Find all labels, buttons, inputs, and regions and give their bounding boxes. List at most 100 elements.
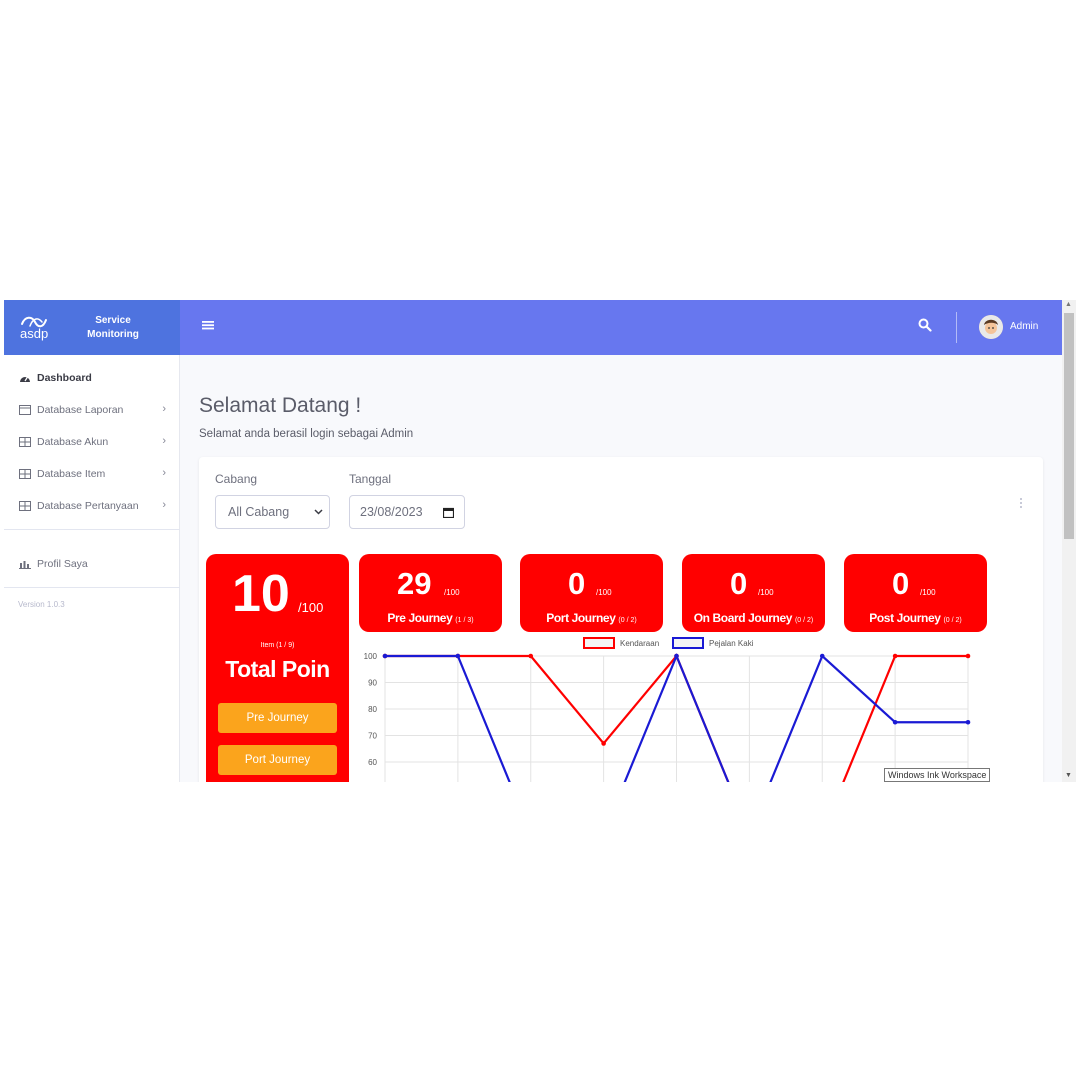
- sidebar-item-database-laporan[interactable]: Database Laporan ›: [4, 396, 180, 424]
- page-scrollbar[interactable]: ▲ ▼: [1062, 300, 1076, 782]
- data-point: [819, 653, 825, 659]
- stat-label: Post Journey (0 / 2): [844, 611, 987, 625]
- brand-title-line2: Monitoring: [87, 329, 139, 340]
- chevron-right-icon: ›: [162, 467, 166, 479]
- line-chart: 100 90 80 70 60 Kendaraan Pejalan Kaki: [364, 637, 971, 782]
- sidebar-item-database-pertanyaan[interactable]: Database Pertanyaan ›: [4, 492, 180, 520]
- stat-label-text: Port Journey: [546, 611, 616, 625]
- stat-value: 0: [730, 566, 748, 601]
- stat-label-text: On Board Journey: [693, 611, 793, 625]
- chevron-right-icon: ›: [162, 435, 166, 447]
- hamburger-icon[interactable]: [202, 318, 216, 336]
- tachometer-icon: [18, 372, 32, 384]
- stat-card-port-journey: 0 /100 Port Journey (0 / 2): [520, 554, 663, 632]
- total-points-title: Total Poin: [225, 656, 330, 682]
- sidebar-item-label: Database Laporan: [37, 404, 124, 416]
- sidebar-divider: [4, 529, 180, 530]
- calendar-icon: [18, 404, 32, 416]
- scrollbar-thumb[interactable]: [1064, 313, 1074, 539]
- stat-label-text: Pre Journey: [387, 611, 453, 625]
- date-label: Tanggal: [349, 472, 392, 486]
- table-icon: [18, 500, 32, 512]
- stat-value: 0: [568, 566, 586, 601]
- stat-max: /100: [444, 588, 460, 597]
- page-subtitle: Selamat anda berasil login sebagai Admin: [199, 428, 414, 440]
- sidebar-item-label: Database Akun: [37, 436, 109, 448]
- data-point: [965, 719, 971, 725]
- data-point: [601, 741, 606, 746]
- sidebar-item-label: Database Pertanyaan: [37, 500, 139, 512]
- sidebar-brand[interactable]: asdp Service Monitoring: [4, 300, 180, 355]
- sidebar-item-database-item[interactable]: Database Item ›: [4, 460, 180, 488]
- stat-count: (0 / 2): [618, 617, 637, 624]
- stat-count: (1 / 3): [455, 617, 474, 624]
- search-icon[interactable]: [918, 318, 936, 336]
- scroll-down-arrow-icon[interactable]: ▼: [1065, 772, 1072, 779]
- stat-count: (0 / 2): [794, 617, 814, 624]
- date-input[interactable]: 23/08/2023: [349, 495, 465, 529]
- data-point: [965, 653, 971, 659]
- bar-chart-icon: [18, 558, 32, 570]
- data-point: [528, 653, 534, 659]
- pre-journey-button[interactable]: Pre Journey: [218, 703, 337, 733]
- sidebar-item-database-akun[interactable]: Database Akun ›: [4, 428, 180, 456]
- stat-card-on-board-journey: 0 /100 On Board Journey (0 / 2): [682, 554, 825, 632]
- chevron-right-icon: ›: [162, 499, 166, 511]
- legend-label: Pejalan Kaki: [709, 639, 754, 648]
- stat-label: Port Journey (0 / 2): [520, 611, 663, 625]
- total-points-max: /100: [298, 600, 324, 615]
- brand-title-line1: Service: [95, 315, 131, 326]
- branch-select[interactable]: All Cabang: [215, 495, 330, 529]
- data-point: [382, 653, 388, 659]
- stat-value: 0: [892, 566, 910, 601]
- stat-value: 29: [397, 566, 432, 601]
- total-points-card: 10 /100 Item (1 / 9) Total Poin Pre Jour…: [206, 554, 349, 782]
- date-input-value: 23/08/2023: [360, 505, 423, 519]
- y-tick-label: 80: [368, 705, 377, 714]
- sidebar-divider: [4, 587, 180, 588]
- total-points-value: 10: [232, 565, 290, 623]
- sidebar-item-label: Profil Saya: [37, 558, 88, 570]
- brand-logo-text: asdp: [20, 326, 49, 341]
- topbar: Admin: [180, 300, 1062, 355]
- stat-max: /100: [920, 588, 936, 597]
- table-icon: [18, 468, 32, 480]
- stat-label-text: Post Journey: [869, 611, 941, 625]
- legend-swatch: [672, 637, 704, 649]
- y-tick-label: 60: [368, 758, 377, 767]
- tooltip: Windows Ink Workspace: [884, 768, 991, 782]
- branch-select-value: All Cabang: [228, 505, 290, 519]
- user-name[interactable]: Admin: [1010, 321, 1038, 332]
- chevron-down-icon: [314, 505, 323, 519]
- data-point: [892, 653, 898, 659]
- y-tick-label: 70: [368, 732, 377, 741]
- stat-label: Pre Journey (1 / 3): [359, 611, 502, 625]
- version-label: Version 1.0.3: [18, 600, 65, 609]
- stat-card-pre-journey: 29 /100 Pre Journey (1 / 3): [359, 554, 502, 632]
- legend-swatch: [583, 637, 615, 649]
- stat-max: /100: [758, 588, 774, 597]
- table-icon: [18, 436, 32, 448]
- total-items-count: Item (1 / 9): [260, 642, 295, 649]
- more-options-icon[interactable]: [1019, 497, 1023, 509]
- sidebar-item-dashboard[interactable]: Dashboard: [4, 364, 180, 392]
- brand-title: Service Monitoring: [80, 314, 146, 342]
- y-tick-label: 90: [368, 679, 377, 688]
- sidebar-item-profil-saya[interactable]: Profil Saya: [4, 550, 180, 578]
- y-tick-label: 100: [364, 652, 378, 661]
- topbar-divider: [956, 312, 957, 343]
- branch-label: Cabang: [215, 472, 258, 486]
- stat-count: (0 / 2): [943, 617, 962, 624]
- stat-label: On Board Journey (0 / 2): [682, 611, 825, 625]
- scroll-up-arrow-icon[interactable]: ▲: [1065, 301, 1072, 308]
- calendar-icon[interactable]: [442, 507, 455, 521]
- port-journey-button[interactable]: Port Journey: [218, 745, 337, 775]
- stat-max: /100: [596, 588, 612, 597]
- page-title: Selamat Datang !: [199, 394, 362, 417]
- avatar[interactable]: [979, 315, 1003, 339]
- data-point: [674, 653, 679, 659]
- main-content: Selamat Datang ! Selamat anda berasil lo…: [180, 355, 1058, 782]
- sidebar-item-label: Dashboard: [37, 372, 92, 384]
- data-point: [455, 653, 461, 659]
- data-point: [892, 719, 898, 725]
